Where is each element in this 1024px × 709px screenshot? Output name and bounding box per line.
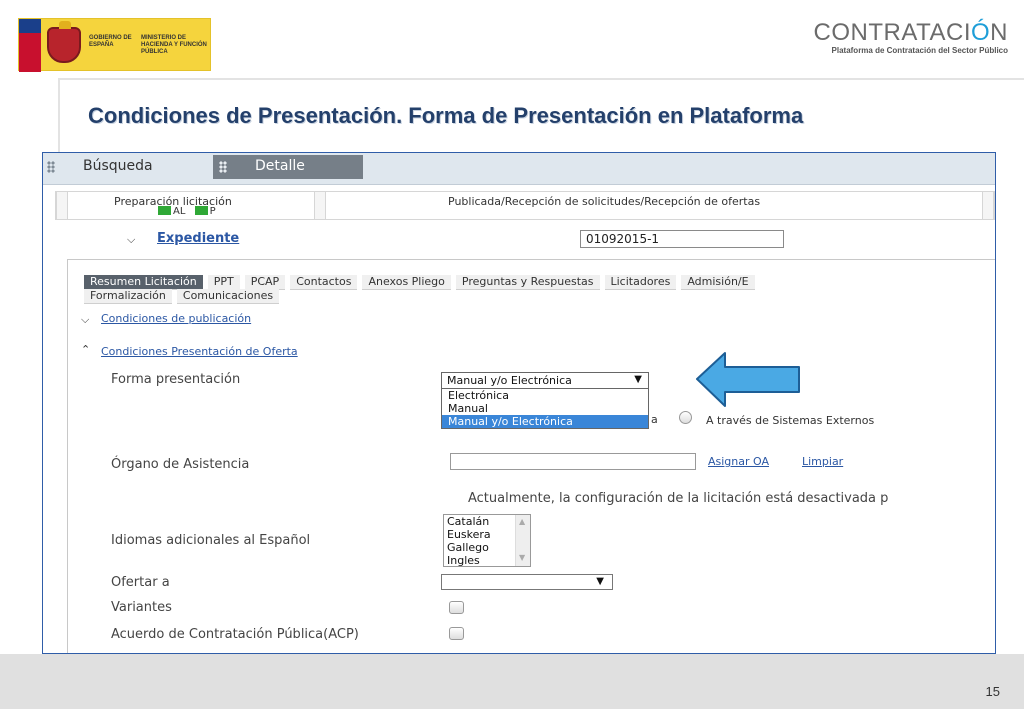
dropdown-arrow-icon: ▼ — [596, 576, 604, 587]
legend-swatch-p — [194, 206, 208, 215]
forma-presentacion-select[interactable]: Manual y/o Electrónica ▼ — [441, 372, 649, 389]
coat-of-arms-icon — [47, 21, 81, 63]
ofertar-a-label: Ofertar a — [111, 575, 170, 590]
organo-asistencia-label: Órgano de Asistencia — [111, 457, 250, 472]
brand-name-suffix: N — [990, 19, 1008, 46]
chevron-up-icon[interactable]: ⌃ — [81, 343, 90, 356]
subtab-comunicaciones[interactable]: Comunicaciones — [176, 289, 280, 304]
subtab-formalizacion[interactable]: Formalización — [84, 289, 172, 304]
brand-name: CONTRATACIÓN — [814, 20, 1008, 46]
legend-swatch-al — [158, 206, 171, 215]
option-electronica[interactable]: Electrónica — [442, 389, 648, 402]
eu-stripe — [19, 19, 41, 33]
scroll-down-icon[interactable]: ▼ — [519, 553, 525, 562]
application-screenshot: Búsqueda Detalle Preparación licitación … — [42, 152, 996, 654]
subtab-row-2: Formalización Comunicaciones — [84, 284, 284, 304]
expediente-field[interactable]: 01092015-1 — [580, 230, 784, 248]
variantes-label: Variantes — [111, 600, 172, 615]
sistemas-externos-radio[interactable] — [679, 411, 692, 424]
subtab-preguntas[interactable]: Preguntas y Respuestas — [455, 275, 600, 290]
legend-p: P — [209, 206, 216, 217]
brand-subtitle: Plataforma de Contratación del Sector Pú… — [831, 46, 1008, 55]
listbox-scrollbar[interactable]: ▲ ▼ — [515, 515, 530, 566]
sistemas-externos-label: A través de Sistemas Externos — [706, 414, 875, 427]
organo-asistencia-field[interactable] — [450, 453, 696, 470]
stage-divider — [56, 192, 68, 219]
legend-al: AL — [173, 206, 186, 217]
forma-presentacion-dropdown: Electrónica Manual Manual y/o Electrónic… — [441, 388, 649, 429]
option-manual-electronica[interactable]: Manual y/o Electrónica — [442, 415, 648, 428]
power-icon: Ó — [970, 19, 991, 46]
subtab-contactos[interactable]: Contactos — [290, 275, 358, 290]
chevron-down-icon[interactable]: ⌵ — [81, 313, 89, 327]
tab-busqueda-label: Búsqueda — [83, 158, 153, 174]
condiciones-presentacion-link[interactable]: Condiciones Presentación de Oferta — [101, 345, 298, 358]
stage-publicada: Publicada/Recepción de solicitudes/Recep… — [448, 195, 761, 208]
page-number: 15 — [985, 684, 1000, 699]
acp-checkbox[interactable] — [449, 627, 464, 640]
asignar-oa-link[interactable]: Asignar OA — [708, 455, 769, 468]
chevron-down-icon[interactable]: ⌵ — [127, 233, 135, 247]
slide-footer: 15 — [0, 654, 1024, 709]
tab-detalle[interactable]: Detalle — [213, 155, 363, 179]
subtab-admision[interactable]: Admisión/E — [681, 275, 755, 290]
tab-busqueda[interactable]: Búsqueda — [43, 153, 213, 185]
stage-divider — [314, 192, 326, 219]
option-manual[interactable]: Manual — [442, 402, 648, 415]
slide-title: Condiciones de Presentación. Forma de Pr… — [88, 103, 804, 128]
config-info-text: Actualmente, la configuración de la lici… — [468, 491, 889, 506]
callout-arrow-icon — [696, 352, 800, 407]
header-divider — [58, 78, 1024, 80]
expediente-link[interactable]: Expediente — [157, 231, 239, 246]
variantes-checkbox[interactable] — [449, 601, 464, 614]
grip-icon — [219, 161, 227, 173]
idiomas-label: Idiomas adicionales al Español — [111, 533, 311, 548]
gov-logo-line2: MINISTERIO DE HACIENDA Y FUNCIÓN PÚBLICA — [141, 35, 207, 55]
forma-presentacion-value: Manual y/o Electrónica — [447, 374, 572, 387]
ofertar-a-select[interactable]: ▼ — [441, 574, 613, 590]
subtab-anexos[interactable]: Anexos Pliego — [362, 275, 451, 290]
condiciones-publicacion-link[interactable]: Condiciones de publicación — [101, 312, 251, 325]
scroll-up-icon[interactable]: ▲ — [519, 517, 525, 526]
obscured-radio-label: a — [651, 413, 658, 426]
grip-icon — [47, 161, 55, 173]
brand-name-prefix: CONTRATACI — [813, 19, 971, 46]
stage-progress-bar: Preparación licitación Publicada/Recepci… — [55, 191, 995, 220]
stage-divider — [982, 192, 994, 219]
gov-logo-line1: GOBIERNO DE ESPAÑA — [89, 35, 132, 48]
subtab-row-1: Resumen Licitación PPT PCAP Contactos Anexos… — [84, 270, 760, 290]
limpiar-link[interactable]: Limpiar — [802, 455, 843, 468]
forma-presentacion-label: Forma presentación — [111, 372, 241, 387]
acp-label: Acuerdo de Contratación Pública(ACP) — [111, 627, 359, 642]
idiomas-listbox[interactable]: Catalán Euskera Gallego Ingles ▲ ▼ — [443, 514, 531, 567]
gobierno-de-espana-logo: GOBIERNO DE ESPAÑA MINISTERIO DE HACIEND… — [18, 18, 211, 72]
subtab-licitadores[interactable]: Licitadores — [604, 275, 677, 290]
tab-detalle-label: Detalle — [255, 158, 305, 174]
main-tab-bar: Búsqueda Detalle — [43, 153, 995, 185]
dropdown-arrow-icon: ▼ — [634, 374, 642, 385]
stage-legend: AL P — [158, 206, 216, 217]
contratacion-logo: CONTRATACIÓN Plataforma de Contratación … — [814, 20, 1008, 56]
